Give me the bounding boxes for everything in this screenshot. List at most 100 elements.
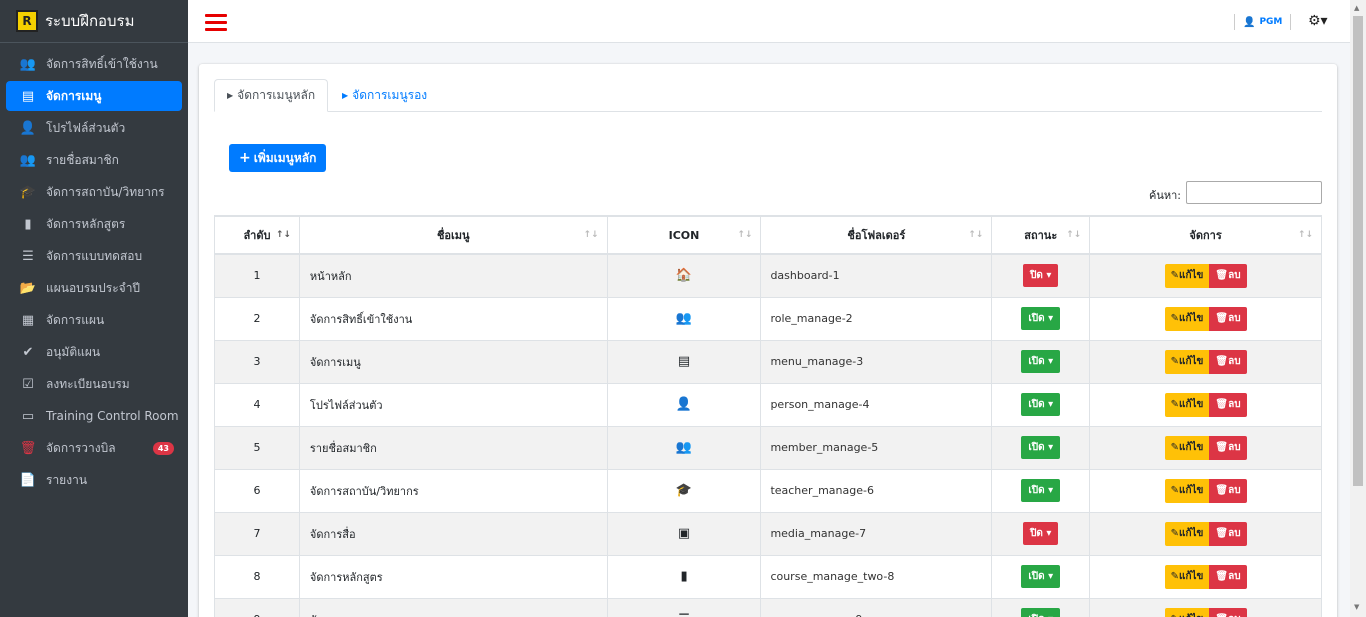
delete-button[interactable]: 🗑ลบ: [1209, 521, 1247, 546]
delete-button[interactable]: 🗑ลบ: [1209, 263, 1247, 288]
edit-button[interactable]: ✎แก้ไข: [1164, 349, 1210, 374]
delete-button[interactable]: 🗑ลบ: [1209, 435, 1247, 460]
table-header-row: ลำดับ ↑↓ ชื่อเมนู ↑↓ ICON ↑↓ ชื่อโฟลเดอร์ ↑↓…: [214, 215, 1322, 255]
edit-button[interactable]: ✎แก้ไข: [1164, 392, 1210, 417]
delete-button[interactable]: 🗑ลบ: [1209, 564, 1247, 589]
book-icon: ▮: [680, 569, 688, 584]
cell-status: เปิด ▾: [991, 425, 1091, 470]
cell-icon: 👥: [606, 425, 762, 470]
trash-icon: 🗑: [1215, 312, 1229, 324]
cell-folder: person_manage-4: [760, 382, 993, 427]
status-dropdown-button[interactable]: เปิด ▾: [1021, 608, 1061, 617]
users-icon: 👥: [675, 440, 693, 455]
edit-button[interactable]: ✎แก้ไข: [1164, 521, 1210, 546]
status-dropdown-button[interactable]: เปิด ▾: [1021, 350, 1061, 373]
sidebar-item-5[interactable]: ▮ จัดการหลักสูตร: [6, 209, 182, 239]
chevron-down-icon: ▾: [1048, 442, 1054, 453]
brand[interactable]: R ระบบฝึกอบรม: [0, 0, 188, 43]
tab-sub-menu[interactable]: ▶ จัดการเมนูรอง: [330, 79, 439, 112]
status-dropdown-button[interactable]: ปิด ▾: [1023, 264, 1059, 288]
sidebar-item-0[interactable]: 👥 จัดการสิทธิ์เข้าใช้งาน: [6, 49, 182, 79]
user-icon: 👤: [675, 397, 693, 412]
sidebar-item-8[interactable]: ▦ จัดการแผน: [6, 305, 182, 335]
edit-button[interactable]: ✎แก้ไข: [1164, 564, 1210, 589]
delete-button[interactable]: 🗑ลบ: [1209, 306, 1247, 331]
header-status[interactable]: สถานะ ↑↓: [991, 215, 1091, 255]
cell-icon: 👤: [606, 382, 762, 427]
sidebar-item-10[interactable]: ☑ ลงทะเบียนอบรม: [6, 369, 182, 399]
header-no[interactable]: ลำดับ ↑↓: [214, 215, 300, 255]
page-scrollbar[interactable]: ▲ ▼: [1350, 0, 1366, 617]
chevron-down-icon: ▾: [1048, 485, 1054, 496]
status-dropdown-button[interactable]: เปิด ▾: [1021, 565, 1061, 588]
add-main-menu-button[interactable]: + เพิ่มเมนูหลัก: [229, 144, 327, 172]
cell-folder: role_manage-2: [760, 296, 993, 341]
scroll-thumb[interactable]: [1353, 16, 1363, 486]
edit-button[interactable]: ✎แก้ไข: [1164, 306, 1210, 331]
edit-button[interactable]: ✎แก้ไข: [1164, 263, 1210, 288]
sidebar-item-2[interactable]: 👤 โปรไฟล์ส่วนตัว: [6, 113, 182, 143]
cell-status: ปิด ▾: [991, 511, 1091, 556]
search-input[interactable]: [1186, 181, 1322, 204]
cell-icon: ▣: [606, 511, 762, 556]
header-actions[interactable]: จัดการ ↑↓: [1089, 215, 1322, 255]
sidebar: R ระบบฝึกอบรม 👥 จัดการสิทธิ์เข้าใช้งาน ▤ จั…: [0, 0, 188, 617]
cell-status: ปิด ▾: [991, 253, 1091, 298]
sidebar-item-label: อนุมัติแผน: [46, 344, 101, 359]
trash-icon: 🗑: [1215, 527, 1229, 539]
sidebar-item-7[interactable]: 📂 แผนอบรมประจำปี: [6, 273, 182, 303]
header-folder[interactable]: ชื่อโฟลเดอร์ ↑↓: [760, 215, 993, 255]
sidebar-item-label: แผนอบรมประจำปี: [46, 280, 141, 295]
edit-button[interactable]: ✎แก้ไข: [1164, 607, 1210, 617]
edit-button[interactable]: ✎แก้ไข: [1164, 435, 1210, 460]
status-dropdown-button[interactable]: เปิด ▾: [1021, 393, 1061, 416]
status-dropdown-button[interactable]: เปิด ▾: [1021, 479, 1061, 502]
sidebar-item-label: รายชื่อสมาชิก: [46, 152, 119, 167]
brand-title: ระบบฝึกอบรม: [45, 12, 135, 30]
header-icon[interactable]: ICON ↑↓: [606, 215, 762, 255]
tab-label: จัดการเมนูหลัก: [237, 88, 316, 102]
status-dropdown-button[interactable]: เปิด ▾: [1021, 436, 1061, 459]
sort-icon: ↑↓: [968, 230, 984, 240]
sidebar-item-12[interactable]: 🗑 จัดการวางบิล 43: [6, 433, 182, 463]
user-menu[interactable]: 👤 PGM: [1234, 14, 1292, 30]
cell-name: จัดการเมนู: [298, 339, 608, 384]
chevron-down-icon: ▾: [1046, 528, 1052, 539]
top-navbar: 👤 PGM ⚙▾: [188, 0, 1350, 43]
tab-main-menu[interactable]: ▶ จัดการเมนูหลัก: [214, 79, 329, 112]
header-name[interactable]: ชื่อเมนู ↑↓: [298, 215, 608, 255]
plus-icon: +: [239, 150, 251, 166]
hamburger-menu-icon[interactable]: [205, 14, 227, 32]
sidebar-item-1[interactable]: ▤ จัดการเมนู: [6, 81, 182, 111]
status-dropdown-button[interactable]: เปิด ▾: [1021, 307, 1061, 330]
sidebar-item-label: จัดการวางบิล: [46, 440, 116, 455]
cell-actions: ✎แก้ไข🗑ลบ: [1089, 296, 1322, 341]
cell-actions: ✎แก้ไข🗑ลบ: [1089, 468, 1322, 513]
sidebar-item-label: ลงทะเบียนอบรม: [46, 376, 130, 391]
scroll-down-arrow-icon[interactable]: ▼: [1354, 603, 1359, 611]
cell-status: เปิด ▾: [991, 554, 1091, 599]
sidebar-item-label: จัดการเมนู: [46, 88, 102, 103]
chevron-down-icon: ▾: [1046, 270, 1052, 282]
sidebar-item-13[interactable]: 📄 รายงาน: [6, 465, 182, 495]
delete-button[interactable]: 🗑ลบ: [1209, 607, 1247, 617]
cell-folder: exam_manage-9: [760, 597, 993, 617]
scroll-up-arrow-icon[interactable]: ▲: [1354, 4, 1359, 12]
user-cog-icon: 👥: [675, 311, 693, 326]
status-dropdown-button[interactable]: ปิด ▾: [1023, 522, 1059, 545]
edit-button[interactable]: ✎แก้ไข: [1164, 478, 1210, 503]
sidebar-item-3[interactable]: 👥 รายชื่อสมาชิก: [6, 145, 182, 175]
sidebar-item-9[interactable]: ✔ อนุมัติแผน: [6, 337, 182, 367]
user-name: PGM: [1259, 17, 1283, 27]
cell-actions: ✎แก้ไข🗑ลบ: [1089, 253, 1322, 298]
sidebar-item-6[interactable]: ☰ จัดการแบบทดสอบ: [6, 241, 182, 271]
delete-button[interactable]: 🗑ลบ: [1209, 478, 1247, 503]
sidebar-item-11[interactable]: ▭ Training Control Room: [6, 401, 182, 431]
desktop-icon: ▭: [21, 408, 35, 424]
sort-icon: ↑↓: [583, 230, 599, 240]
sidebar-item-4[interactable]: 🎓 จัดการสถาบัน/วิทยากร: [6, 177, 182, 207]
delete-button[interactable]: 🗑ลบ: [1209, 392, 1247, 417]
gear-icon[interactable]: ⚙▾: [1308, 13, 1328, 29]
caret-right-icon: ▶: [342, 91, 349, 100]
delete-button[interactable]: 🗑ลบ: [1209, 349, 1247, 374]
